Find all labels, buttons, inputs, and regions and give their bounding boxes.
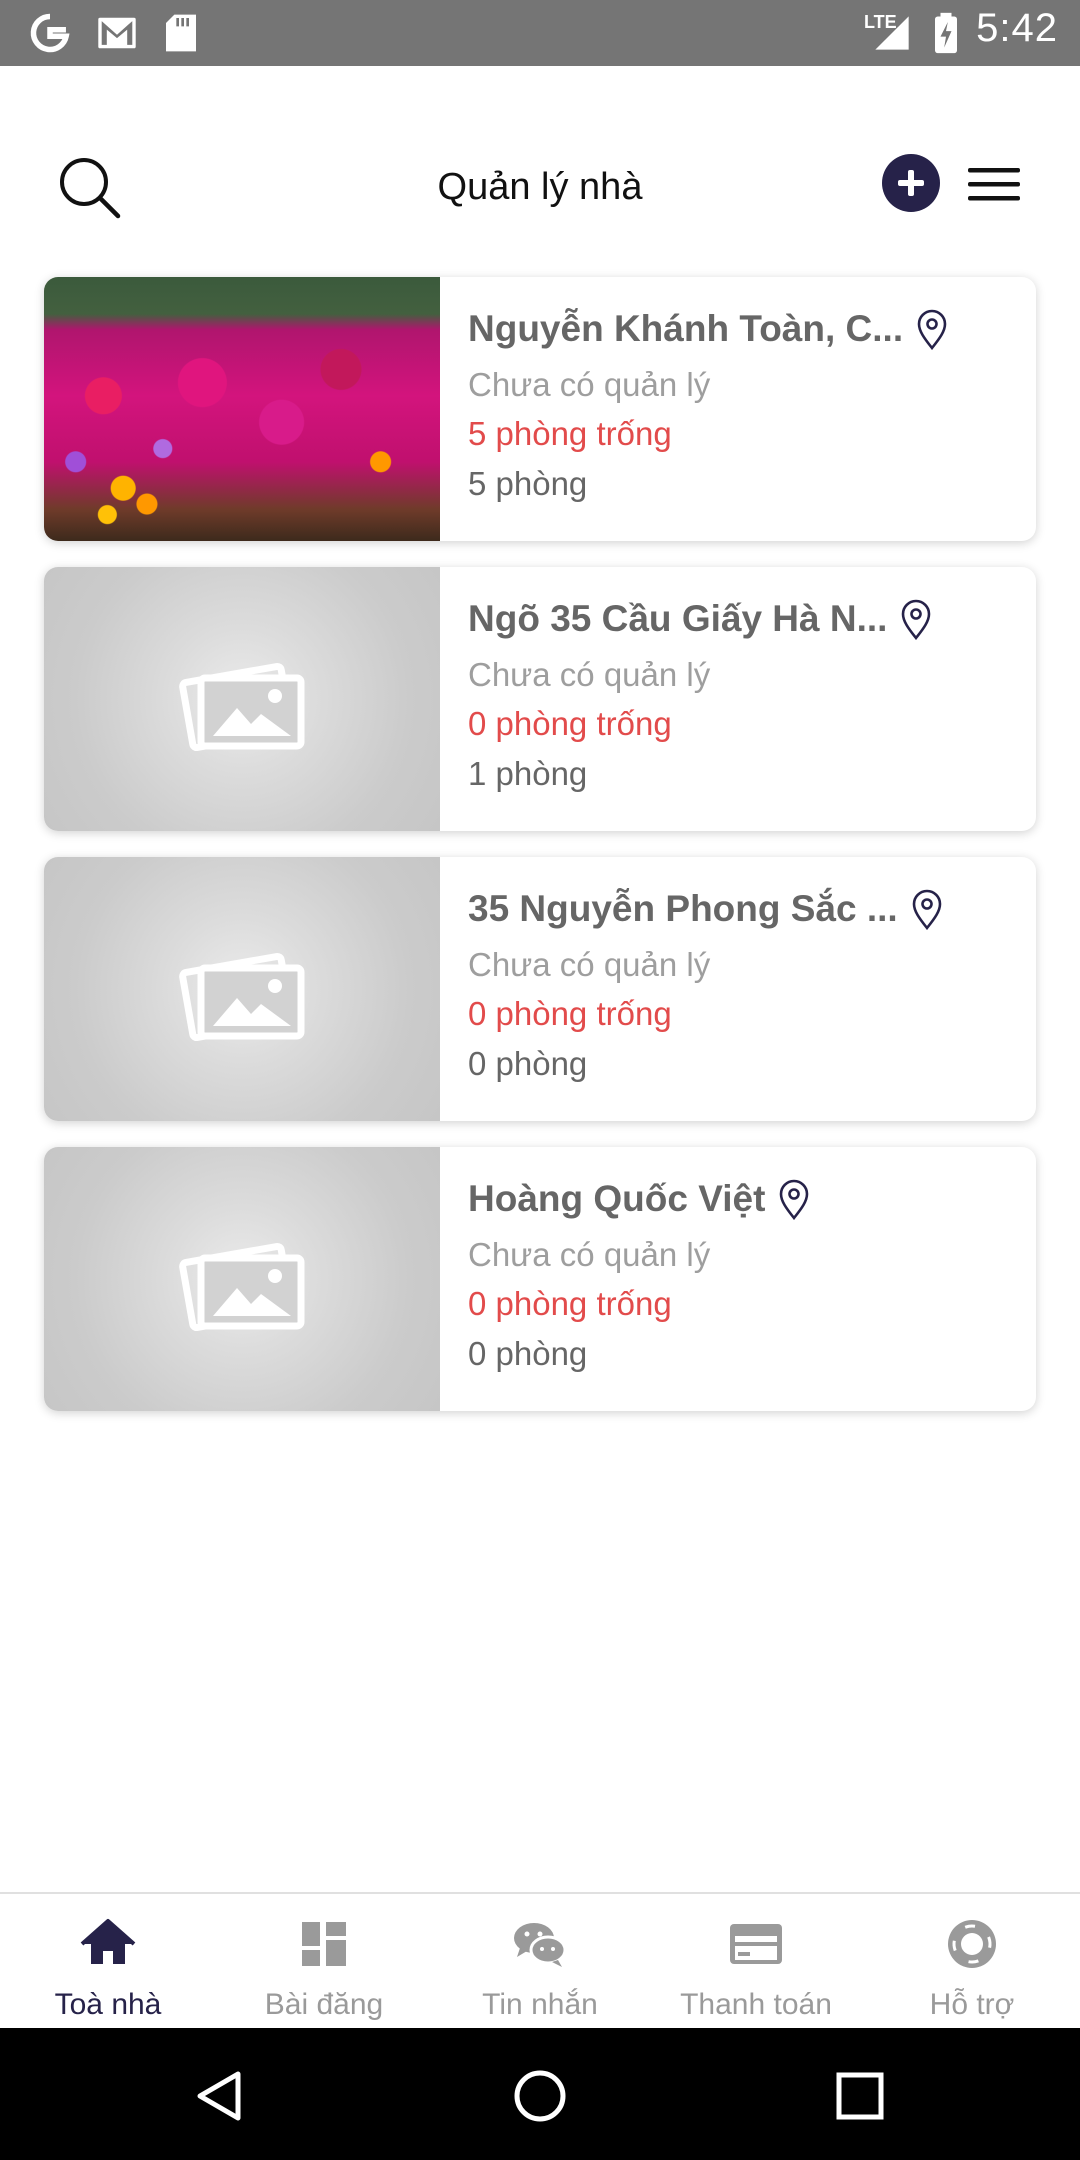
rooms-count: 5 phòng: [468, 465, 588, 502]
sd-card-icon: [164, 10, 198, 56]
location-pin-icon[interactable]: [910, 887, 944, 931]
signal-icon: [872, 10, 912, 56]
home-circle-icon[interactable]: [510, 2066, 570, 2126]
empty-rooms-count: 0 phòng trống: [468, 1285, 672, 1322]
hamburger-menu-icon: [968, 168, 1020, 201]
nav-label: Thanh toán: [680, 1988, 832, 2021]
back-icon[interactable]: [190, 2066, 250, 2126]
gmail-icon: [96, 10, 138, 56]
nav-tab-posts[interactable]: Bài đăng: [216, 1894, 432, 2030]
location-pin-icon[interactable]: [777, 1177, 811, 1221]
app-header: Quản lý nhà: [0, 66, 1080, 266]
nav-tab-buildings[interactable]: Toà nhà: [0, 1894, 216, 2030]
nav-tab-payments[interactable]: Thanh toán: [648, 1894, 864, 2030]
recent-apps-icon[interactable]: [830, 2066, 890, 2126]
status-time: 5:42: [976, 6, 1058, 50]
rooms-count: 0 phòng: [468, 1335, 588, 1372]
nav-tab-support[interactable]: Hỗ trợ: [864, 1894, 1080, 2030]
building-card[interactable]: 35 Nguyễn Phong Sắc ... Chưa có quản lý …: [44, 857, 1036, 1121]
building-manager: Chưa có quản lý: [468, 1236, 711, 1273]
building-photo-placeholder: [44, 857, 440, 1121]
building-name: Nguyễn Khánh Toàn, C...: [468, 308, 904, 349]
dashboard-icon: [302, 1922, 346, 1966]
building-name: Hoàng Quốc Việt: [468, 1178, 766, 1219]
location-pin-icon[interactable]: [915, 307, 949, 351]
nav-label: Hỗ trợ: [929, 1988, 1015, 2021]
rooms-count: 0 phòng: [468, 1045, 588, 1082]
building-card[interactable]: Hoàng Quốc Việt Chưa có quản lý 0 phòng …: [44, 1147, 1036, 1411]
add-building-button[interactable]: [882, 154, 940, 212]
building-card[interactable]: Nguyễn Khánh Toàn, C... Chưa có quản lý …: [44, 277, 1036, 541]
plus-icon: [898, 170, 924, 196]
home-icon: [80, 1919, 136, 1964]
status-bar: LTE 5:42: [0, 0, 1080, 66]
nav-label: Bài đăng: [264, 1988, 384, 2021]
building-photo: [44, 277, 440, 541]
google-icon: [28, 10, 72, 56]
empty-rooms-count: 5 phòng trống: [468, 415, 672, 452]
image-placeholder-icon: [179, 1242, 305, 1332]
nav-label: Tin nhắn: [482, 1988, 598, 2021]
rooms-count: 1 phòng: [468, 755, 588, 792]
building-name: 35 Nguyễn Phong Sắc ...: [468, 888, 898, 929]
building-name: Ngõ 35 Cầu Giấy Hà N...: [468, 598, 888, 639]
location-pin-icon[interactable]: [899, 597, 933, 641]
bottom-navigation: Toà nhà Bài đăng Tin nhắn Thanh toán Hỗ …: [0, 1892, 1080, 2030]
building-manager: Chưa có quản lý: [468, 946, 711, 983]
building-photo-placeholder: [44, 567, 440, 831]
nav-label: Toà nhà: [54, 1988, 162, 2021]
image-placeholder-icon: [179, 662, 305, 752]
building-photo-placeholder: [44, 1147, 440, 1411]
image-placeholder-icon: [179, 952, 305, 1042]
credit-card-icon: [730, 1924, 782, 1964]
chat-icon: [514, 1923, 567, 1967]
empty-rooms-count: 0 phòng trống: [468, 995, 672, 1032]
building-manager: Chưa có quản lý: [468, 366, 711, 403]
system-navigation-bar: [0, 2028, 1080, 2160]
empty-rooms-count: 0 phòng trống: [468, 705, 672, 742]
battery-charging-icon: [932, 10, 960, 56]
menu-button[interactable]: [966, 162, 1022, 206]
building-card[interactable]: Ngõ 35 Cầu Giấy Hà N... Chưa có quản lý …: [44, 567, 1036, 831]
nav-tab-messages[interactable]: Tin nhắn: [432, 1894, 648, 2030]
building-manager: Chưa có quản lý: [468, 656, 711, 693]
lifebuoy-icon: [948, 1920, 996, 1968]
